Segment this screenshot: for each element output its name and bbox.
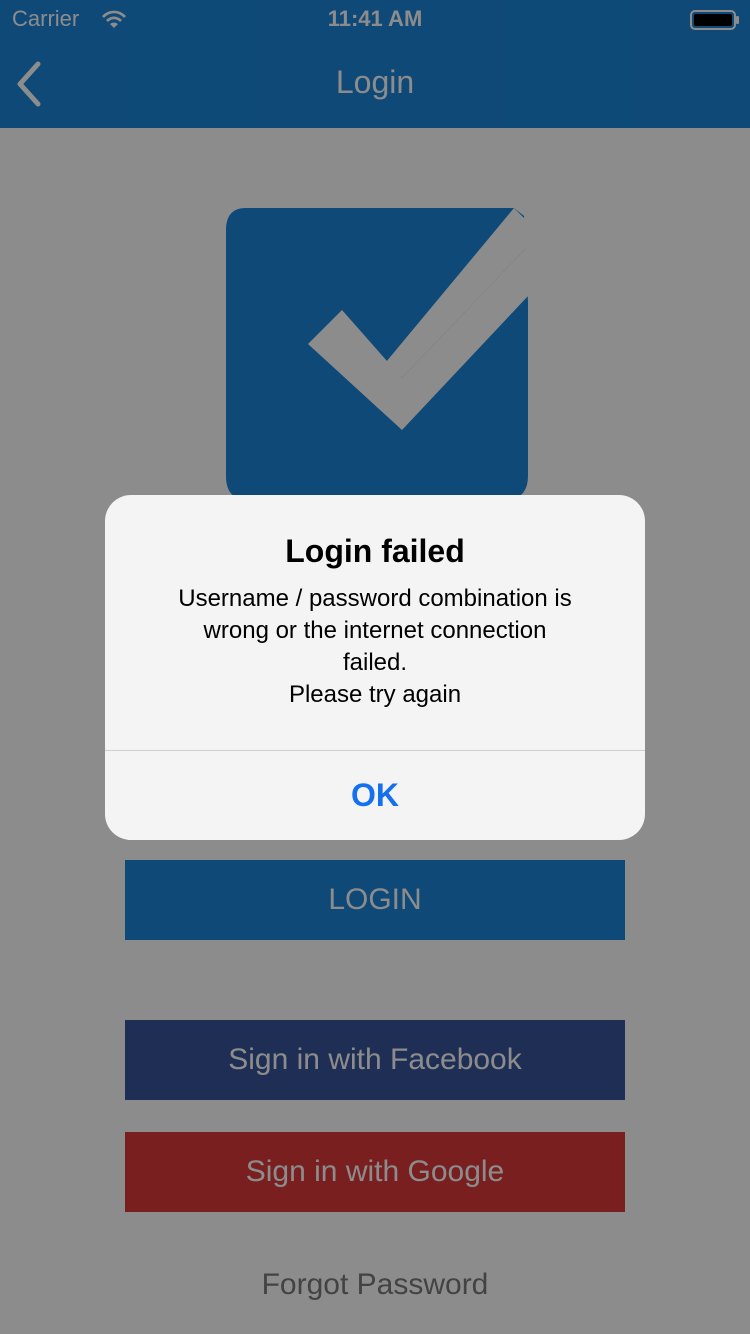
alert-dialog: Login failed Username / password combina…	[105, 495, 645, 840]
login-screen: Carrier 11:41 AM Login LOGIN Sign in wit…	[0, 0, 750, 1334]
alert-message: Username / password combination is wrong…	[135, 583, 615, 711]
alert-message-line: failed.	[342, 649, 408, 676]
alert-title: Login failed	[285, 533, 465, 569]
ok-button[interactable]: OK	[105, 751, 645, 840]
alert-message-line: wrong or the internet connection	[203, 617, 547, 644]
alert-message-line: Username / password combination is	[178, 585, 572, 612]
alert-message-line: Please try again	[288, 681, 462, 708]
